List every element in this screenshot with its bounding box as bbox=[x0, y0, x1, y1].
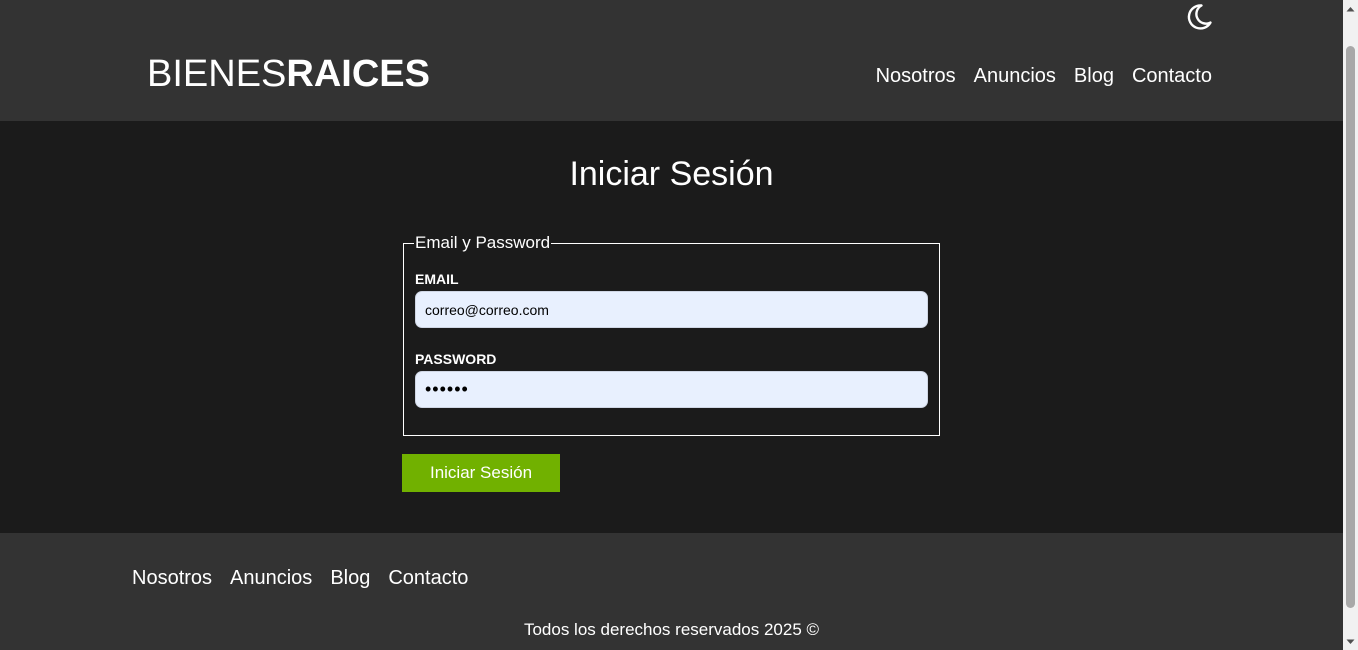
header-nav: Nosotros Anuncios Blog Contacto bbox=[876, 63, 1212, 89]
header-nav-link-contacto[interactable]: Contacto bbox=[1132, 63, 1212, 89]
copyright-text: Todos los derechos reservados 2025 © bbox=[523, 620, 820, 639]
footer-nav-link-nosotros[interactable]: Nosotros bbox=[132, 565, 212, 591]
footer-nav-link-anuncios[interactable]: Anuncios bbox=[230, 565, 312, 591]
site-header: BIENESRAICES Nosotros Anuncios Blog Cont… bbox=[0, 0, 1343, 121]
site-logo[interactable]: BIENESRAICES bbox=[147, 52, 430, 96]
password-field[interactable] bbox=[415, 371, 928, 408]
credentials-fieldset: Email y Password EMAIL PASSWORD bbox=[403, 232, 940, 436]
dark-mode-toggle[interactable] bbox=[1184, 2, 1214, 32]
logo-light-text: BIENES bbox=[147, 53, 287, 95]
scrollbar-thumb[interactable] bbox=[1346, 46, 1355, 608]
page: BIENESRAICES Nosotros Anuncios Blog Cont… bbox=[0, 0, 1343, 650]
password-label: PASSWORD bbox=[415, 351, 497, 367]
moon-icon bbox=[1187, 4, 1212, 30]
page-title: Iniciar Sesión bbox=[569, 155, 774, 193]
header-nav-link-blog[interactable]: Blog bbox=[1074, 63, 1114, 89]
scroll-down-arrow-icon[interactable] bbox=[1343, 633, 1358, 650]
footer-nav: Nosotros Anuncios Blog Contacto bbox=[132, 565, 468, 591]
header-nav-link-nosotros[interactable]: Nosotros bbox=[876, 63, 956, 89]
vertical-scrollbar[interactable] bbox=[1343, 0, 1358, 650]
footer-nav-link-blog[interactable]: Blog bbox=[330, 565, 370, 591]
header-nav-link-anuncios[interactable]: Anuncios bbox=[974, 63, 1056, 89]
logo-bold-text: RAICES bbox=[286, 53, 430, 95]
login-submit-button[interactable]: Iniciar Sesión bbox=[402, 454, 560, 492]
scroll-up-arrow-icon[interactable] bbox=[1343, 0, 1358, 17]
site-footer: Nosotros Anuncios Blog Contacto Todos lo… bbox=[0, 533, 1343, 650]
email-label: EMAIL bbox=[415, 271, 459, 287]
email-field[interactable] bbox=[415, 291, 928, 328]
footer-nav-link-contacto[interactable]: Contacto bbox=[388, 565, 468, 591]
fieldset-legend: Email y Password bbox=[414, 232, 552, 254]
